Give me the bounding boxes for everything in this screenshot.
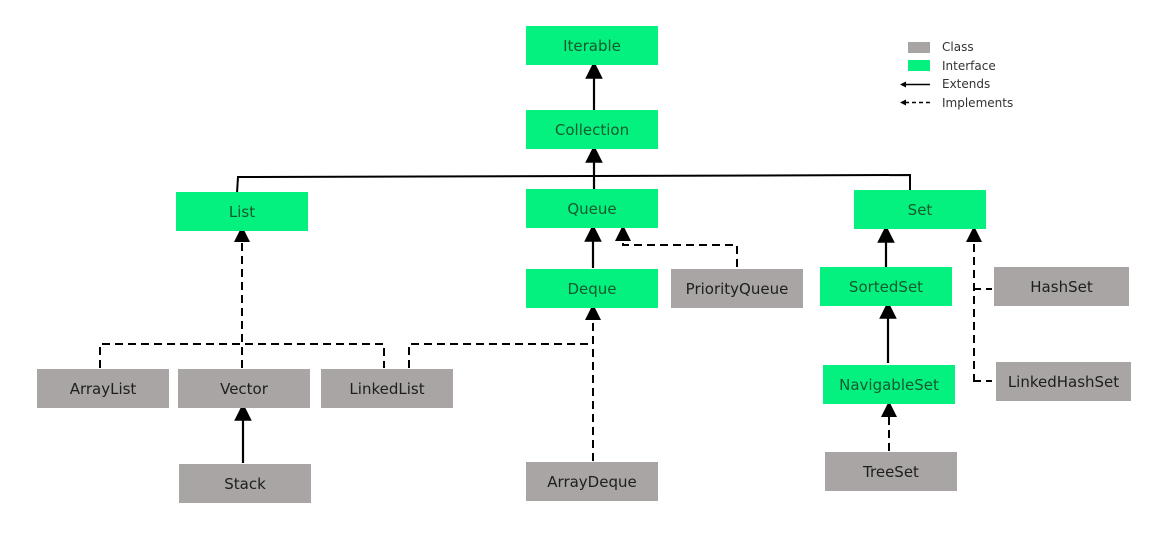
node-iterable: Iterable bbox=[526, 26, 658, 65]
legend-item-interface: Interface bbox=[900, 57, 1013, 76]
node-linkedhashset: LinkedHashSet bbox=[996, 362, 1131, 401]
node-queue: Queue bbox=[526, 189, 658, 228]
legend-item-class: Class bbox=[900, 38, 1013, 57]
legend-item-implements: Implements bbox=[900, 94, 1013, 113]
node-stack: Stack bbox=[179, 464, 311, 503]
extends-arrow-icon bbox=[900, 81, 930, 88]
legend-label: Extends bbox=[942, 77, 991, 92]
node-linkedlist: LinkedList bbox=[321, 369, 453, 408]
node-deque: Deque bbox=[526, 269, 658, 308]
node-hashset: HashSet bbox=[994, 267, 1129, 306]
legend-label: Implements bbox=[942, 95, 1014, 110]
node-sortedset: SortedSet bbox=[820, 267, 952, 306]
edge-priorityqueue-queue bbox=[615, 225, 738, 267]
legend-item-extends: Extends bbox=[900, 75, 1013, 94]
node-navigableset: NavigableSet bbox=[823, 365, 955, 404]
node-vector: Vector bbox=[178, 369, 310, 408]
interface-swatch-icon bbox=[908, 60, 930, 72]
node-collection: Collection bbox=[526, 110, 658, 149]
node-priorityqueue: PriorityQueue bbox=[671, 269, 803, 308]
legend: Class Interface Extends Implements bbox=[900, 38, 1013, 112]
node-treeset: TreeSet bbox=[825, 452, 957, 491]
legend-label: Interface bbox=[942, 58, 996, 73]
node-list: List bbox=[176, 192, 308, 231]
collection-hierarchy-diagram: Iterable Collection List Queue Set Deque… bbox=[0, 0, 1166, 556]
implements-arrow-icon bbox=[900, 99, 931, 106]
node-set: Set bbox=[854, 190, 986, 229]
node-arraylist: ArrayList bbox=[37, 369, 169, 408]
class-swatch-icon bbox=[908, 41, 930, 53]
node-arraydeque: ArrayDeque bbox=[526, 462, 658, 501]
legend-label: Class bbox=[942, 40, 974, 55]
edge-linkedlist-deque bbox=[408, 343, 593, 368]
